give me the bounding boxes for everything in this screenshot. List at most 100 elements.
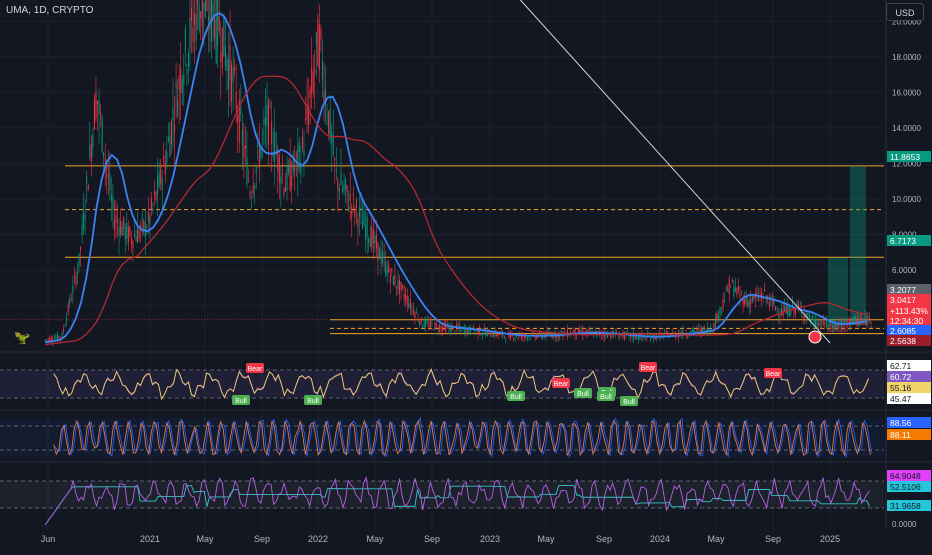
candle-body	[744, 298, 746, 305]
candle-body	[717, 314, 719, 320]
candle-body	[864, 315, 866, 318]
candle-body	[144, 221, 146, 238]
candle-body	[526, 336, 528, 339]
candle-body	[143, 220, 145, 231]
candle-body	[200, 11, 202, 19]
candle-body	[479, 327, 481, 335]
price-scale-label: +113.43%	[887, 305, 931, 316]
candle-body	[352, 194, 354, 197]
candle-body	[220, 53, 222, 62]
candle-body	[788, 306, 790, 317]
candle-body	[824, 323, 826, 325]
candle-body	[358, 207, 360, 217]
candle-body	[354, 209, 356, 217]
candle-body	[246, 156, 248, 185]
candle-body	[821, 325, 823, 327]
mfi-value-label: 52.5106	[887, 481, 931, 492]
candle-body	[72, 285, 74, 294]
candle-body	[415, 312, 417, 314]
candle-body	[326, 116, 328, 118]
candle-body	[132, 240, 134, 249]
candle-body	[645, 338, 647, 341]
candle-body	[110, 194, 112, 201]
stoch-value-label: 88.11	[887, 429, 931, 440]
candle-body	[362, 221, 364, 229]
bull-marker: Bull	[597, 391, 615, 401]
candle-body	[295, 153, 297, 158]
candle-body	[70, 299, 72, 301]
value-text: 31.9658	[890, 501, 921, 511]
candle-body	[594, 330, 596, 332]
value-text: 64.9048	[890, 471, 921, 481]
candle-body	[716, 313, 718, 320]
candle-body	[833, 322, 835, 329]
candle-body	[243, 146, 245, 157]
candle-body	[67, 304, 69, 312]
candle-body	[120, 221, 122, 235]
candle-body	[260, 148, 262, 158]
candle-body	[84, 214, 86, 219]
candle-body	[341, 186, 343, 192]
candle-body	[365, 224, 367, 240]
candle-body	[217, 0, 219, 46]
candle-body	[711, 332, 713, 334]
x-tick-label: 2025	[820, 534, 840, 544]
candle-body	[790, 309, 792, 315]
candle-body	[357, 218, 359, 228]
candle-body	[827, 324, 829, 327]
candle-body	[822, 319, 824, 325]
candle-body	[309, 88, 311, 98]
candle-body	[163, 155, 165, 164]
marker-text: Bull	[600, 394, 612, 401]
x-tick-label: May	[196, 534, 214, 544]
candle-body	[149, 215, 151, 225]
candle-body	[169, 135, 171, 157]
stop-box	[828, 325, 848, 333]
y-tick-label: 6.0000	[892, 266, 917, 275]
x-tick-label: 2022	[308, 534, 328, 544]
candle-body	[366, 216, 368, 238]
candle-body	[224, 46, 226, 67]
candle-body	[533, 332, 535, 335]
candle-body	[785, 306, 787, 314]
candle-body	[867, 315, 869, 324]
candle-body	[748, 299, 750, 308]
candle-body	[405, 294, 407, 301]
candle-body	[539, 332, 541, 333]
candle-body	[412, 309, 414, 314]
chart-canvas[interactable]: Jun 2021 May Sep 2022 May Sep 2023 May Sep 2024 May…	[0, 0, 932, 550]
candle-body	[363, 212, 365, 226]
candle-body	[733, 286, 735, 297]
marker-text: Bear	[641, 365, 656, 372]
candle-body	[693, 329, 695, 334]
candle-body	[86, 176, 88, 184]
candle-body	[399, 280, 401, 294]
value-text: 60.72	[890, 372, 912, 382]
currency-button[interactable]: USD	[886, 3, 924, 21]
candle-body	[727, 288, 729, 292]
x-tick-label: Jun	[41, 534, 56, 544]
candle-body	[517, 337, 519, 339]
candle-body	[348, 206, 350, 211]
candle-body	[791, 303, 793, 306]
candle-body	[431, 323, 433, 324]
candle-body	[392, 276, 394, 285]
candle-body	[588, 329, 590, 331]
candle-body	[597, 330, 599, 332]
candle-body	[593, 335, 595, 337]
bull-marker: Bull	[574, 388, 592, 398]
y-tick-label: 14.0000	[892, 124, 921, 133]
candle-body	[420, 317, 422, 325]
candle-body	[254, 185, 256, 189]
candle-body	[776, 307, 778, 310]
x-tick-label: May	[366, 534, 384, 544]
candle-body	[617, 337, 619, 339]
candle-body	[203, 2, 205, 10]
candle-body	[232, 68, 234, 82]
candle-body	[266, 104, 268, 127]
marker-text: Bull	[510, 394, 522, 401]
candle-body	[701, 328, 703, 335]
candle-body	[529, 338, 531, 340]
candle-body	[154, 191, 156, 194]
price-label-text: 3.2077	[890, 285, 916, 295]
